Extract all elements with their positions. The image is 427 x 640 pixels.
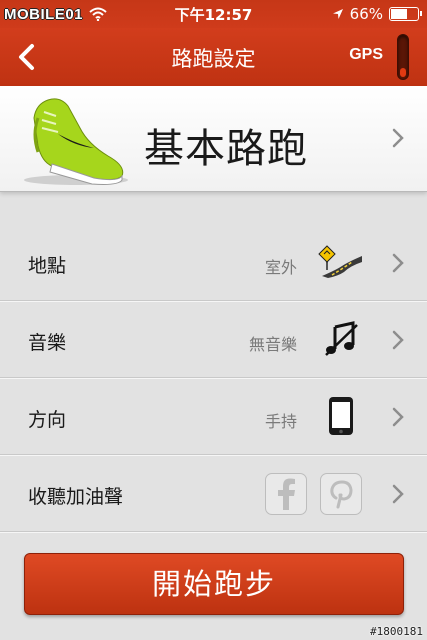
gps-signal-fill: [400, 67, 406, 77]
chevron-right-icon: [392, 330, 404, 350]
setting-value: 室外: [264, 258, 297, 277]
nav-bar: 路跑設定 GPS: [0, 28, 427, 86]
gps-label: GPS: [349, 46, 383, 63]
pinterest-icon[interactable]: [320, 473, 362, 515]
setting-label: 地點: [28, 255, 67, 277]
start-run-button[interactable]: 開始跑步: [24, 553, 404, 615]
battery-fill: [391, 9, 408, 19]
setting-row-cheers[interactable]: 收聽加油聲: [0, 455, 427, 532]
music-off-icon: [318, 317, 364, 361]
setting-row-direction[interactable]: 方向 手持: [0, 378, 427, 455]
chevron-right-icon: [392, 128, 404, 148]
facebook-icon[interactable]: [265, 473, 307, 515]
setting-row-music[interactable]: 音樂 無音樂: [0, 301, 427, 378]
setting-label: 音樂: [28, 332, 67, 354]
chevron-right-icon: [392, 484, 404, 504]
gps-signal-meter: [397, 34, 409, 80]
setting-value: 手持: [264, 412, 297, 431]
setting-label: 方向: [28, 409, 67, 431]
setting-row-location[interactable]: 地點 室外: [0, 224, 427, 301]
battery-percent: 66%: [349, 5, 383, 23]
phone-icon: [318, 394, 364, 438]
status-bar: MOBILE01 下午12:57 66%: [0, 0, 427, 28]
setting-value: 無音樂: [248, 335, 297, 354]
location-arrow-icon: [332, 9, 343, 19]
battery-icon: [389, 7, 422, 21]
road-sign-icon: [318, 240, 364, 284]
status-right: 66%: [332, 4, 422, 24]
chevron-right-icon: [392, 407, 404, 427]
run-type-selector[interactable]: 基本路跑: [0, 86, 427, 192]
settings-list: 地點 室外 音樂 無音樂 方向 手持 收聽加油聲: [0, 224, 427, 532]
run-type-title: 基本路跑: [144, 126, 308, 172]
running-shoe-icon: [24, 98, 128, 185]
chevron-right-icon: [392, 253, 404, 273]
watermark: #1800181: [370, 625, 423, 638]
setting-label: 收聽加油聲: [28, 486, 124, 508]
